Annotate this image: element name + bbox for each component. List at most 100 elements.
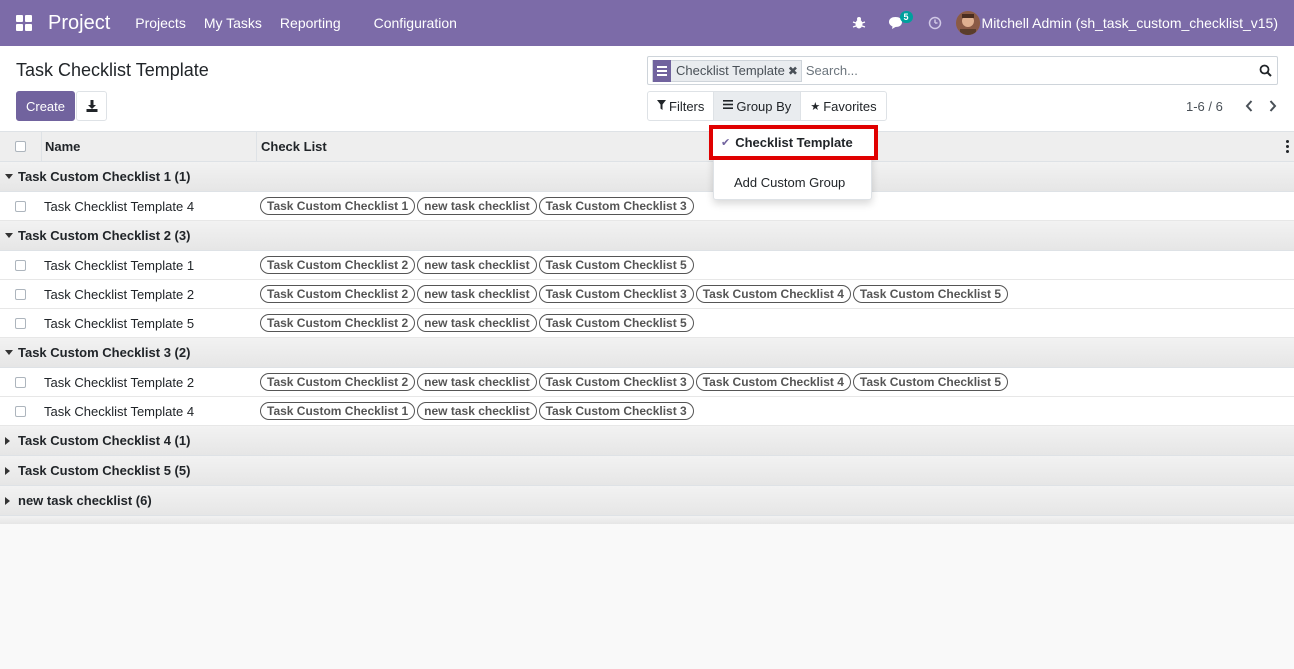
caret-right-icon: [0, 436, 18, 445]
checklist-tag: Task Custom Checklist 2: [260, 373, 416, 391]
table-row[interactable]: Task Checklist Template 4 Task Custom Che…: [0, 192, 1294, 221]
filter-icon: [657, 99, 666, 113]
row-checkbox[interactable]: [0, 405, 41, 417]
checklist-tag: new task checklist: [417, 256, 537, 274]
menu-reporting[interactable]: Reporting: [271, 15, 350, 31]
row-name: Task Checklist Template 4: [44, 403, 195, 419]
activity-clock-icon[interactable]: [916, 0, 954, 46]
group-by-facet-icon: [653, 59, 671, 82]
search-input[interactable]: [805, 63, 1253, 78]
select-all-checkbox[interactable]: [0, 141, 41, 152]
checklist-tag: Task Custom Checklist 2: [260, 285, 416, 303]
row-checkbox[interactable]: [0, 288, 41, 300]
table-row[interactable]: Task Checklist Template 2 Task Custom Che…: [0, 280, 1294, 309]
group-by-option-checklist-template[interactable]: ✔ Checklist Template: [709, 125, 878, 160]
list-body: Task Custom Checklist 1 (1) Task Checklis…: [0, 162, 1294, 516]
create-button[interactable]: Create: [16, 91, 75, 121]
app-brand[interactable]: Project: [48, 12, 110, 35]
star-icon: ★: [810, 100, 821, 113]
caret-down-icon: [0, 233, 18, 238]
checklist-tag: Task Custom Checklist 5: [538, 314, 694, 332]
checklist-tag: Task Custom Checklist 5: [852, 373, 1009, 391]
checklist-tag: Task Custom Checklist 1: [260, 197, 416, 215]
facet-label: Checklist Template: [676, 63, 785, 78]
page-title: Task Checklist Template: [16, 60, 209, 80]
row-checkbox[interactable]: [0, 317, 41, 329]
pager-value[interactable]: 1-6 / 6: [1186, 99, 1223, 114]
table-row[interactable]: Task Checklist Template 2 Task Custom Che…: [0, 368, 1294, 397]
group-row[interactable]: Task Custom Checklist 4 (1): [0, 426, 1294, 456]
filters-button[interactable]: Filters: [648, 92, 713, 120]
menu-configuration[interactable]: Configuration: [365, 15, 466, 31]
bars-icon: [723, 100, 734, 112]
menu-my-tasks[interactable]: My Tasks: [195, 15, 271, 31]
apps-menu-icon[interactable]: [0, 0, 48, 46]
row-name: Task Checklist Template 4: [44, 198, 195, 214]
list-view: Name Check List Task Custom Checklist 1 …: [0, 131, 1294, 524]
checklist-tag: new task checklist: [417, 197, 537, 215]
search-box: Checklist Template ✖: [647, 56, 1278, 85]
checklist-tag: Task Custom Checklist 5: [852, 285, 1009, 303]
checklist-tag: Task Custom Checklist 5: [538, 256, 694, 274]
caret-right-icon: [0, 496, 18, 505]
group-label: Task Custom Checklist 3 (2): [18, 345, 191, 360]
table-row[interactable]: Task Checklist Template 1 Task Custom Che…: [0, 251, 1294, 280]
add-custom-group-toggle[interactable]: Add Custom Group: [714, 171, 871, 193]
user-menu[interactable]: Mitchell Admin (sh_task_custom_checklist…: [954, 11, 1294, 35]
pager-next-icon[interactable]: [1263, 98, 1283, 114]
favorites-button[interactable]: ★ Favorites: [800, 92, 885, 120]
pager-previous-icon[interactable]: [1239, 98, 1259, 114]
group-label: Task Custom Checklist 1 (1): [18, 169, 191, 184]
caret-down-icon: [0, 350, 18, 355]
row-checkbox[interactable]: [0, 200, 41, 212]
user-name: Mitchell Admin (sh_task_custom_checklist…: [981, 15, 1278, 31]
group-row[interactable]: new task checklist (6): [0, 486, 1294, 516]
facet-remove-icon[interactable]: ✖: [785, 64, 801, 78]
checklist-tag: Task Custom Checklist 3: [538, 197, 694, 215]
row-name: Task Checklist Template 5: [44, 315, 195, 331]
column-header-name[interactable]: Name: [41, 131, 256, 162]
control-panel: Task Checklist Template Create Checklist…: [0, 46, 1294, 132]
row-check-list: Task Custom Checklist 2 new task checklis…: [256, 280, 1294, 309]
group-row[interactable]: Task Custom Checklist 1 (1): [0, 162, 1294, 192]
checklist-tag: new task checklist: [417, 373, 537, 391]
group-row[interactable]: Task Custom Checklist 3 (2): [0, 338, 1294, 368]
download-button[interactable]: [76, 91, 107, 121]
search-facet: Checklist Template ✖: [652, 59, 802, 82]
checklist-tag: Task Custom Checklist 4: [695, 285, 851, 303]
list-header: Name Check List: [0, 131, 1294, 162]
group-row[interactable]: Task Custom Checklist 2 (3): [0, 221, 1294, 251]
messages-badge: 5: [899, 11, 913, 23]
table-row[interactable]: Task Checklist Template 4 Task Custom Che…: [0, 397, 1294, 426]
systray: 5 Mitchell Admin (sh_task_custom_checkli…: [840, 0, 1294, 46]
row-check-list: Task Custom Checklist 1 new task checklis…: [256, 397, 1294, 426]
favorites-label: Favorites: [823, 98, 877, 114]
debug-bug-icon[interactable]: [840, 0, 878, 46]
pager: 1-6 / 6: [1186, 98, 1283, 114]
row-check-list: Task Custom Checklist 2 new task checklis…: [256, 368, 1294, 397]
caret-down-icon: [0, 174, 18, 179]
group-label: Task Custom Checklist 5 (5): [18, 463, 191, 478]
checklist-tag: Task Custom Checklist 3: [538, 402, 694, 420]
checklist-tag: Task Custom Checklist 1: [260, 402, 416, 420]
group-by-label: Group By: [736, 98, 792, 114]
group-by-option-label: Checklist Template: [735, 135, 853, 150]
row-name: Task Checklist Template 1: [44, 257, 195, 273]
table-row[interactable]: Task Checklist Template 5 Task Custom Che…: [0, 309, 1294, 338]
caret-right-icon: [0, 466, 18, 475]
checklist-tag: new task checklist: [417, 402, 537, 420]
row-check-list: Task Custom Checklist 2 new task checklis…: [256, 309, 1294, 338]
menu-projects[interactable]: Projects: [126, 15, 195, 31]
group-by-button[interactable]: Group By: [713, 92, 801, 120]
search-options: Filters Group By ★ Favorites: [647, 91, 887, 121]
checklist-tag: new task checklist: [417, 314, 537, 332]
row-checkbox[interactable]: [0, 259, 41, 271]
row-checkbox[interactable]: [0, 376, 41, 388]
messages-chat-icon[interactable]: 5: [878, 0, 916, 46]
optional-columns-icon[interactable]: [1280, 140, 1294, 153]
filters-label: Filters: [669, 98, 705, 114]
checklist-tag: Task Custom Checklist 3: [538, 285, 694, 303]
group-row[interactable]: Task Custom Checklist 5 (5): [0, 456, 1294, 486]
search-icon[interactable]: [1253, 57, 1277, 84]
row-name: Task Checklist Template 2: [44, 374, 195, 390]
